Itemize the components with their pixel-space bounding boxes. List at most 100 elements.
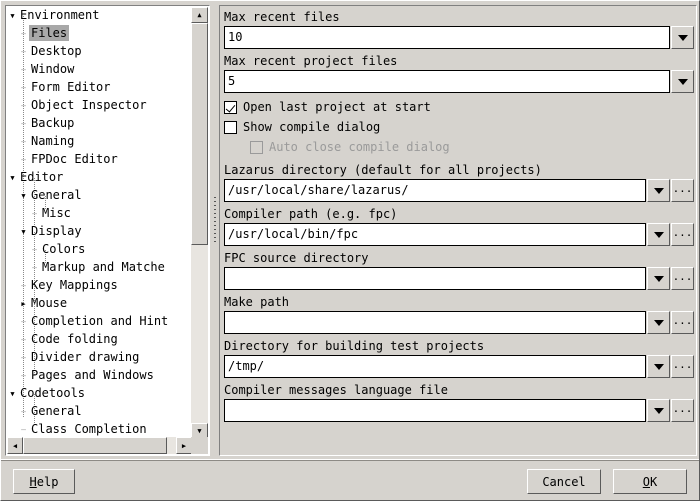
tree-item-label: Files [29,25,70,41]
tree-vscroll-thumb[interactable] [191,23,208,245]
max-recent-files-row: 10 [224,26,694,49]
help-button-label: elp [36,474,59,489]
fpc-source-directory-input[interactable] [224,267,646,290]
open-last-project-checkbox-row[interactable]: Open last project at start [224,97,694,117]
max-recent-project-files-input[interactable]: 5 [224,70,670,93]
make-path-dropdown-button[interactable] [647,311,670,334]
ok-button-label: K [650,474,658,489]
category-tree-panel: Environment–Files–Desktop–Window–Form Ed… [5,5,210,456]
tree-item-label: Key Mappings [31,278,118,292]
fpc-source-directory-label: FPC source directory [224,251,369,265]
help-button-accel: H [29,474,37,489]
scroll-right-icon[interactable]: ▶ [176,437,192,454]
show-compile-dialog-checkbox-row[interactable]: Show compile dialog [224,117,694,137]
tree-item-label: Completion and Hint [31,314,169,328]
tree-item-naming[interactable]: – Naming [7,133,192,151]
make-path-input[interactable] [224,311,646,334]
tree-item-codetools[interactable]: Codetools [7,385,192,403]
tree-item-label: Divider drawing [31,350,140,364]
tree-item-label: Mouse [31,296,68,310]
tree-item-general[interactable]: General [7,187,192,205]
tree-item-label: General [31,188,82,202]
compiler-path-row: /usr/local/bin/fpc ... [224,223,694,246]
tree-leaf-icon: – [21,281,26,290]
test-build-directory-row: /tmp/ ... [224,355,694,378]
tree-item-key-mappings[interactable]: – Key Mappings [7,277,192,295]
auto-close-compile-dialog-checkbox [250,140,263,154]
tree-item-object-inspector[interactable]: – Object Inspector [7,97,192,115]
chevron-down-icon [653,231,664,238]
compiler-messages-language-file-dropdown-button[interactable] [647,399,670,422]
tree-item-form-editor[interactable]: – Form Editor [7,79,192,97]
tree-leaf-icon: – [32,263,37,272]
make-path-browse-button[interactable]: ... [671,311,694,334]
tree-item-mouse[interactable]: Mouse [7,295,192,313]
tree-item-code-folding[interactable]: – Code folding [7,331,192,349]
tree-item-environment[interactable]: Environment [7,7,192,25]
compiler-messages-language-file-row: ... [224,399,694,422]
compiler-path-dropdown-button[interactable] [647,223,670,246]
tree-item-general[interactable]: – General [7,403,192,421]
help-button[interactable]: Help [13,469,75,494]
cancel-button[interactable]: Cancel [527,469,601,494]
tree-item-markup-and-matche[interactable]: – Markup and Matche [7,259,192,277]
tree-item-window[interactable]: – Window [7,61,192,79]
lazarus-directory-input[interactable]: /usr/local/share/lazarus/ [224,179,646,202]
tree-item-editor[interactable]: Editor [7,169,192,187]
test-build-directory-dropdown-button[interactable] [647,355,670,378]
max-recent-files-dropdown-button[interactable] [671,26,694,49]
category-tree-viewport[interactable]: Environment–Files–Desktop–Window–Form Ed… [7,7,192,439]
tree-horizontal-scrollbar[interactable]: ◀ ▶ [7,437,192,454]
tree-expander-collapse-icon[interactable] [7,7,18,25]
lazarus-directory-dropdown-button[interactable] [647,179,670,202]
tree-item-desktop[interactable]: – Desktop [7,43,192,61]
tree-vertical-scrollbar[interactable]: ▲ ▼ [191,7,208,439]
compiler-path-browse-button[interactable]: ... [671,223,694,246]
tree-leaf-icon: – [21,83,26,92]
tree-expander-collapse-icon[interactable] [7,169,18,187]
tree-item-display[interactable]: Display [7,223,192,241]
scroll-up-icon[interactable]: ▲ [191,7,208,23]
tree-expander-collapse-icon[interactable] [18,187,29,205]
tree-expander-collapse-icon[interactable] [18,223,29,241]
test-build-directory-input[interactable]: /tmp/ [224,355,646,378]
compiler-path-input[interactable]: /usr/local/bin/fpc [224,223,646,246]
open-last-project-checkbox[interactable] [224,100,237,114]
open-last-project-label: Open last project at start [243,100,431,114]
tree-item-pages-and-windows[interactable]: – Pages and Windows [7,367,192,385]
compiler-messages-language-file-browse-button[interactable]: ... [671,399,694,422]
ok-button-accel: O [642,474,650,489]
test-build-directory-browse-button[interactable]: ... [671,355,694,378]
scroll-left-icon[interactable]: ◀ [7,437,23,454]
panel-splitter[interactable] [211,5,219,456]
max-recent-files-input[interactable]: 10 [224,26,670,49]
cancel-button-label: Cancel [542,474,586,489]
scroll-left-glyph: ◀ [12,441,18,450]
tree-hscroll-thumb[interactable] [23,437,167,454]
fpc-source-directory-dropdown-button[interactable] [647,267,670,290]
max-recent-project-files-dropdown-button[interactable] [671,70,694,93]
make-path-row: ... [224,311,694,334]
tree-item-colors[interactable]: – Colors [7,241,192,259]
ok-button[interactable]: OK [613,469,687,494]
tree-item-divider-drawing[interactable]: – Divider drawing [7,349,192,367]
tree-item-label: Window [31,62,75,76]
tree-item-completion-and-hint[interactable]: – Completion and Hint [7,313,192,331]
tree-item-files[interactable]: – Files [7,25,192,43]
lazarus-directory-browse-button[interactable]: ... [671,179,694,202]
tree-item-misc[interactable]: – Misc [7,205,192,223]
fpc-source-directory-browse-button[interactable]: ... [671,267,694,290]
max-recent-files-label: Max recent files [224,10,340,24]
compiler-messages-language-file-input[interactable] [224,399,646,422]
splitter-grip-icon [214,197,216,243]
tree-expander-collapse-icon[interactable] [7,385,18,403]
tree-item-label: Colors [42,242,86,256]
show-compile-dialog-checkbox[interactable] [224,120,237,134]
chevron-down-icon [653,319,664,326]
tree-item-fpdoc-editor[interactable]: – FPDoc Editor [7,151,192,169]
tree-leaf-icon: – [21,317,26,326]
scroll-down-glyph: ▼ [197,427,202,435]
tree-expander-expand-icon[interactable] [18,295,29,313]
tree-leaf-icon: – [21,155,26,164]
tree-item-backup[interactable]: – Backup [7,115,192,133]
